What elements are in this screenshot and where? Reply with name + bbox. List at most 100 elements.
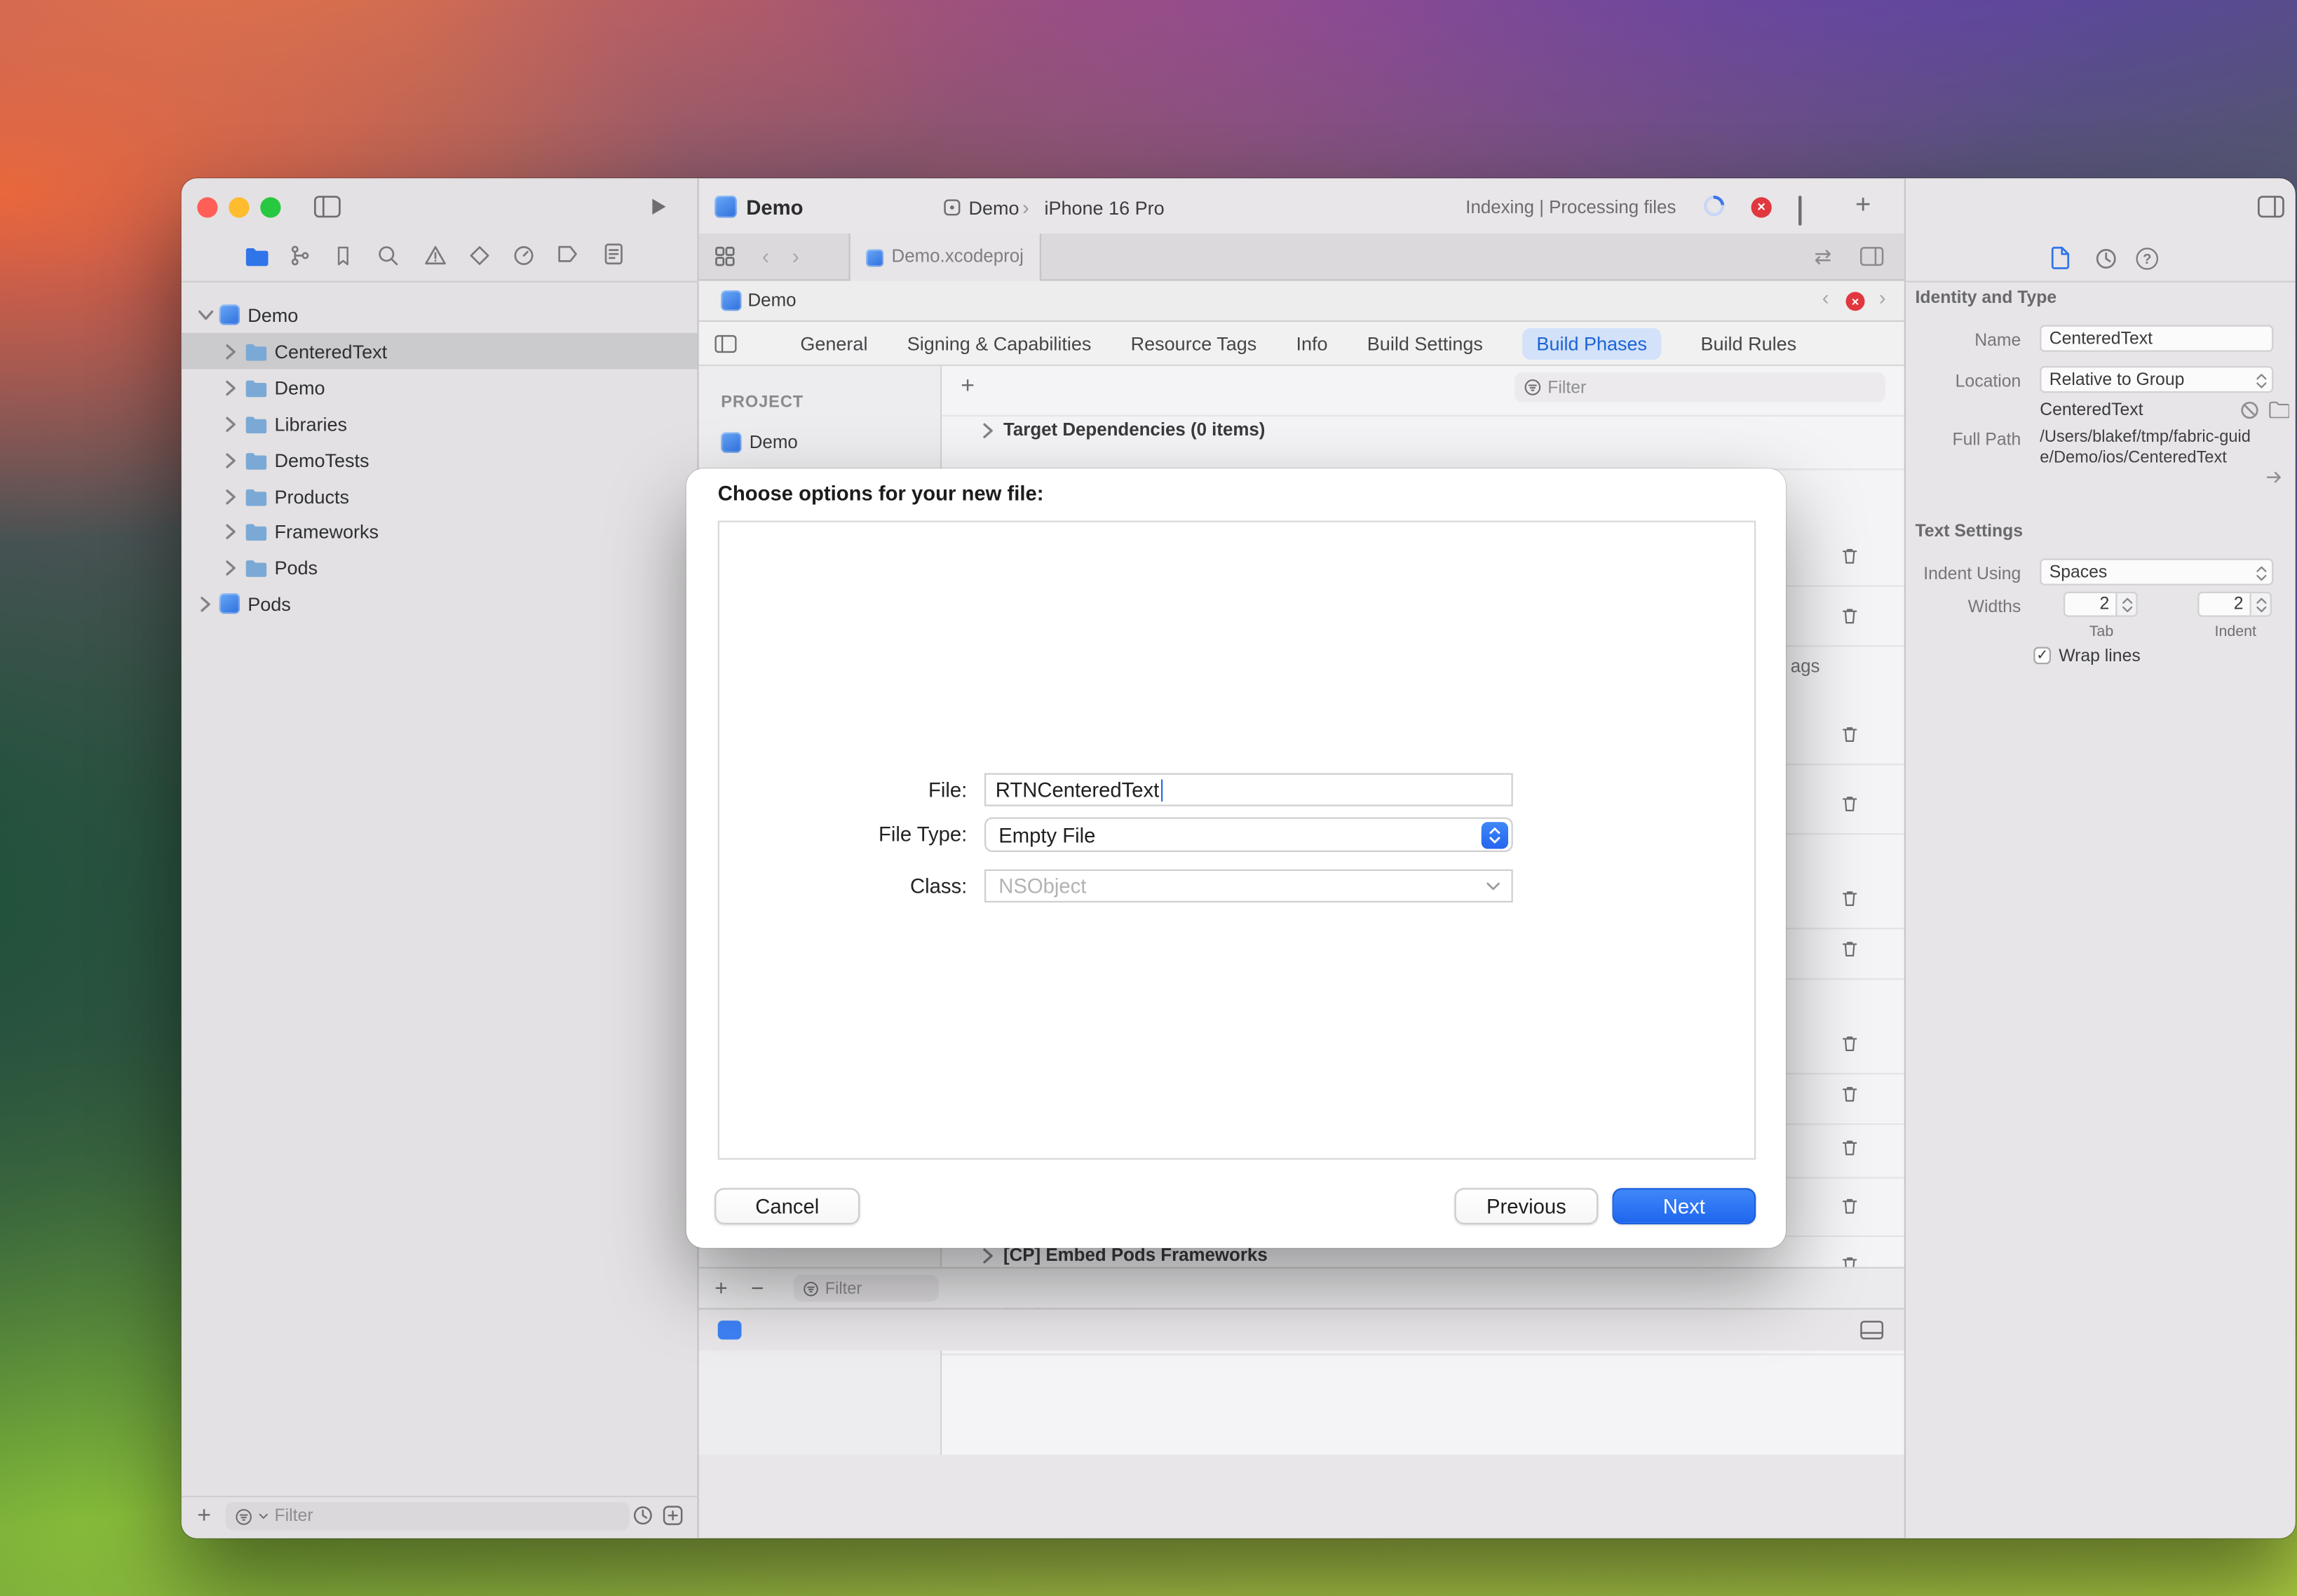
disclosure-chevron-icon[interactable] — [226, 379, 237, 395]
minimize-window-button[interactable] — [229, 197, 249, 217]
navigator-row-centeredtext[interactable]: CenteredText — [182, 333, 698, 370]
issues-icon[interactable] — [424, 245, 447, 267]
related-items-grid-icon[interactable] — [714, 246, 735, 266]
error-badge[interactable]: × — [1751, 196, 1772, 217]
tab-general[interactable]: General — [800, 333, 867, 356]
tab-resource-tags[interactable]: Resource Tags — [1131, 333, 1257, 356]
tab-build-phases[interactable]: Build Phases — [1522, 328, 1661, 360]
run-destination[interactable]: iPhone 16 Pro — [1045, 197, 1165, 219]
navigator-row-frameworks[interactable]: Frameworks — [182, 513, 698, 549]
history-inspector-icon[interactable] — [2095, 248, 2118, 270]
editor-options-icon[interactable] — [1860, 1320, 1884, 1339]
tab-info[interactable]: Info — [1296, 333, 1328, 356]
project-navigator-icon[interactable] — [245, 246, 269, 266]
issue-badge[interactable]: × — [1846, 292, 1865, 311]
file-tab[interactable]: Demo.xcodeproj — [849, 234, 1042, 281]
file-type-select[interactable]: Empty File — [984, 818, 1513, 853]
clock-icon[interactable] — [632, 1506, 653, 1526]
trash-icon[interactable] — [1840, 1196, 1860, 1217]
collapse-pane-icon[interactable] — [714, 334, 737, 353]
disclosure-chevron-icon[interactable] — [226, 452, 237, 468]
location-dropdown[interactable]: Relative to Group — [2040, 366, 2273, 393]
disclosure-chevron-icon[interactable] — [201, 595, 212, 611]
build-phase-filter-input[interactable]: Filter — [1515, 372, 1885, 403]
trash-icon[interactable] — [1840, 606, 1860, 626]
next-issue-icon[interactable]: › — [1879, 285, 1886, 309]
trash-icon[interactable] — [1840, 1137, 1860, 1158]
library-add-button[interactable]: + — [1855, 189, 1871, 221]
bottom-filter-input[interactable]: Filter — [794, 1275, 939, 1301]
navigator-row-products[interactable]: Products — [182, 478, 698, 515]
editor-layout-icon[interactable] — [1860, 246, 1884, 266]
embed-pods-frameworks-row[interactable]: [CP] Embed Pods Frameworks — [983, 1247, 1268, 1266]
file-name-input[interactable]: RTNCenteredText — [984, 773, 1513, 806]
file-inspector-icon[interactable] — [2051, 246, 2070, 270]
close-window-button[interactable] — [197, 197, 217, 217]
disclosure-chevron-icon[interactable] — [226, 416, 237, 432]
scheme-name[interactable]: Demo — [969, 197, 1019, 219]
stepper-chevrons-icon[interactable] — [2251, 592, 2272, 617]
indent-width-stepper[interactable]: 2 — [2197, 592, 2272, 617]
disclosure-chevron-icon[interactable] — [983, 1248, 994, 1264]
disclosure-chevron-icon[interactable] — [226, 343, 237, 359]
stepper-chevrons-icon[interactable] — [2118, 592, 2138, 617]
navigator-row-demo-project[interactable]: Demo — [182, 297, 698, 333]
stop-icon[interactable] — [1798, 196, 1802, 226]
next-button[interactable]: Next — [1613, 1188, 1756, 1224]
navigator-row-pods-folder[interactable]: Pods — [182, 549, 698, 586]
navigator-filter-input[interactable]: Filter — [226, 1502, 630, 1531]
remove-button[interactable]: − — [751, 1275, 764, 1300]
trash-icon[interactable] — [1840, 1034, 1860, 1054]
tab-signing-capabilities[interactable]: Signing & Capabilities — [907, 333, 1092, 356]
choose-folder-icon[interactable] — [2269, 401, 2289, 419]
add-item-button[interactable]: + — [197, 1502, 211, 1529]
tests-icon[interactable] — [468, 245, 491, 267]
disclosure-chevron-icon[interactable] — [226, 560, 237, 576]
cancel-button[interactable]: Cancel — [714, 1188, 860, 1224]
jump-bar-item[interactable]: Demo — [748, 292, 797, 311]
open-path-arrow-icon[interactable] — [2265, 468, 2283, 486]
name-field[interactable]: CenteredText — [2040, 325, 2273, 352]
add-button[interactable]: + — [714, 1275, 727, 1300]
trash-icon[interactable] — [1840, 1084, 1860, 1104]
code-review-icon[interactable]: ⇄ — [1815, 245, 1832, 270]
trash-icon[interactable] — [1840, 888, 1860, 909]
tab-width-stepper[interactable]: 2 — [2064, 592, 2138, 617]
navigator-row-demotests[interactable]: DemoTests — [182, 442, 698, 478]
trash-icon[interactable] — [1840, 724, 1860, 745]
breakpoints-icon[interactable] — [557, 245, 579, 264]
find-icon[interactable] — [377, 245, 400, 267]
sidebar-toggle-icon[interactable] — [314, 196, 341, 218]
navigator-row-libraries[interactable]: Libraries — [182, 405, 698, 442]
class-combobox[interactable]: NSObject — [984, 870, 1513, 902]
project-pane-item[interactable]: Demo — [750, 434, 798, 453]
run-button[interactable] — [650, 197, 668, 216]
target-dependencies-row[interactable]: Target Dependencies (0 items) — [983, 421, 1266, 440]
reports-icon[interactable] — [604, 243, 623, 266]
trash-icon[interactable] — [1840, 939, 1860, 959]
tab-build-settings[interactable]: Build Settings — [1367, 333, 1483, 356]
reset-location-icon[interactable] — [2240, 401, 2259, 420]
source-control-icon[interactable] — [289, 245, 311, 267]
wrap-lines-checkbox[interactable]: ✓ — [2033, 647, 2051, 665]
previous-issue-icon[interactable]: ‹ — [1822, 285, 1829, 309]
tab-build-rules[interactable]: Build Rules — [1701, 333, 1797, 356]
bookmarks-icon[interactable] — [333, 245, 353, 267]
disclosure-chevron-icon[interactable] — [226, 523, 237, 539]
scm-status-filter-icon[interactable] — [663, 1506, 683, 1526]
back-icon[interactable]: ‹ — [762, 243, 770, 269]
disclosure-chevron-icon[interactable] — [201, 307, 212, 323]
add-build-phase-button[interactable]: + — [961, 372, 975, 399]
navigator-row-demo-folder[interactable]: Demo — [182, 370, 698, 406]
debug-area-toggle-icon[interactable] — [718, 1320, 742, 1339]
disclosure-chevron-icon[interactable] — [983, 423, 994, 439]
disclosure-chevron-icon[interactable] — [226, 488, 237, 504]
trash-icon[interactable] — [1840, 546, 1860, 567]
forward-icon[interactable]: › — [792, 243, 800, 269]
inspector-toggle-icon[interactable] — [2258, 196, 2284, 218]
trash-icon[interactable] — [1840, 794, 1860, 814]
indent-using-dropdown[interactable]: Spaces — [2040, 559, 2273, 586]
navigator-row-pods-project[interactable]: Pods — [182, 586, 698, 622]
previous-button[interactable]: Previous — [1455, 1188, 1599, 1224]
debug-navigator-icon[interactable] — [513, 245, 535, 267]
